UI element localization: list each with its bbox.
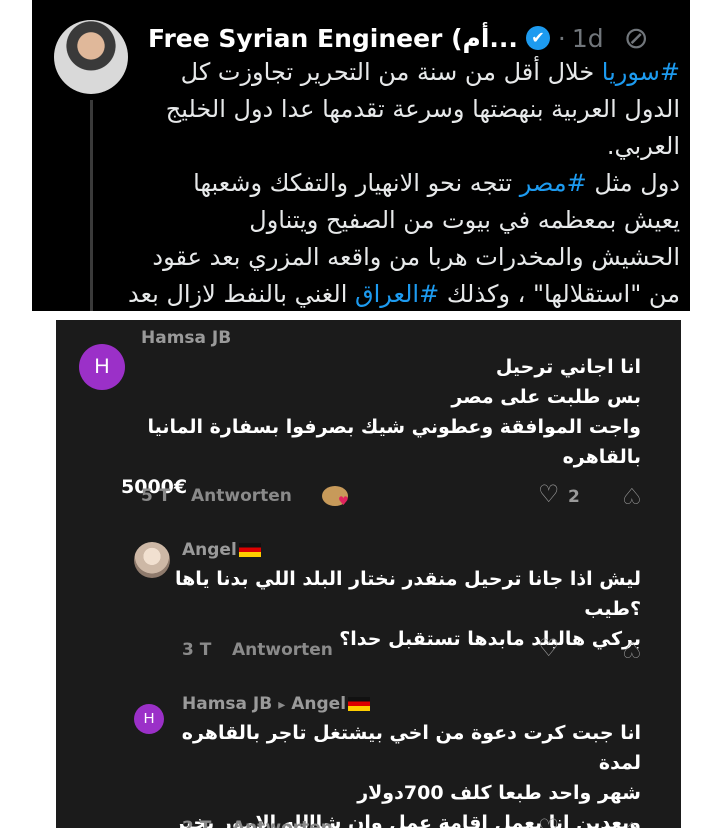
heart-emoji-icon: ♥ [338,494,349,508]
comment-line: بس طلبت على مصر [451,386,641,408]
germany-flag-icon [348,697,371,711]
thread-line [90,100,93,311]
tweet-line: دول مثل #مصر تتجه نحو الانهيار والتفكك و… [120,165,680,202]
dislike-icon[interactable]: ♡ [622,482,642,507]
tweet-text-segment: الحشيش والمخدرات هربا من واقعه المزري بع… [152,243,680,271]
comment-time: 3 T [182,640,212,660]
tweet-text-segment: دول مثل [586,169,680,197]
comment-text: انا جبت كرت دعوة من اخي بيشتغل تاجر بالق… [171,718,641,828]
hashtag-link[interactable]: #سوريا [602,58,680,86]
tweet-line: الحشيش والمخدرات هربا من واقعه المزري بع… [120,239,680,276]
commenter-name-text: Hamsa JB [182,694,273,714]
tweet-line: من "استقلالها" ، وكذلك #العراق الغني بال… [120,276,680,311]
author-display-name[interactable]: Free Syrian Engineer (أم... [148,24,518,53]
hashtag-link[interactable]: #العراق [355,280,439,308]
like-icon[interactable]: ♡ [538,814,560,828]
comment-time: 5 T [141,486,171,506]
reply-to-name: Angel [291,694,347,714]
tweet-time[interactable]: 1d [572,24,604,53]
tweet-text-segment: الغني بالنفط لازال بعد [127,280,355,308]
tweet-line: #سوريا خلال أقل من سنة من التحرير تجاوزت… [120,54,680,91]
reply-button[interactable]: Antworten [191,486,292,506]
author-avatar[interactable] [54,20,128,94]
commenter-name[interactable]: Hamsa JB [141,328,231,348]
commenter-name-text: Angel [182,540,237,560]
commenter-name[interactable]: Angel [182,540,261,560]
grok-icon[interactable]: ⊘ [624,21,649,56]
comment-text: انا اجاني ترحيل بس طلبت على مصر واجت الم… [121,352,641,502]
comment-line: انا اجاني ترحيل [495,356,641,378]
tweet-line: الدول العربية بنهضتها وسرعة تقدمها عدا د… [120,91,680,128]
dislike-icon[interactable]: ♡ [622,816,642,828]
tweet-text-segment: تتجه نحو الانهيار والتفكك وشعبها [193,169,520,197]
comments-panel: H Hamsa JB انا اجاني ترحيل بس طلبت على م… [56,320,681,828]
like-icon[interactable]: ♡ [538,634,560,662]
avatar[interactable]: H [134,704,164,734]
comment-time: 2 T [182,818,212,828]
tweet-text: #سوريا خلال أقل من سنة من التحرير تجاوزت… [120,54,680,311]
tweet-header: Free Syrian Engineer (أم... ✔ · 1d ⊘ [148,20,678,56]
comment-line: انا جبت كرت دعوة من اخي بيشتغل تاجر بالق… [181,722,641,774]
header-separator: · [557,23,566,53]
avatar[interactable] [134,542,170,578]
verified-badge-icon: ✔ [525,26,550,50]
tweet-line: يعيش بمعظمه في بيوت من الصفيح ويتناول [120,202,680,239]
hashtag-link[interactable]: #مصر [520,169,587,197]
comment-line: واجت الموافقة وعطوني شيك بصرفوا بسفارة ا… [147,416,641,468]
comment-line: شهر واحد طبعا كلف 700دولار [357,782,641,804]
comment-line: ليش اذا جانا ترحيل منقدر نختار البلد الل… [175,568,641,620]
commenter-name[interactable]: Hamsa JB ▸ Angel [182,694,371,714]
tweet-panel: Free Syrian Engineer (أم... ✔ · 1d ⊘ #سو… [32,0,690,311]
like-icon[interactable]: ♡ [538,480,560,508]
tweet-text-segment: من "استقلالها" ، وكذلك [439,280,680,308]
avatar[interactable]: H [79,344,125,390]
tweet-text-segment: الدول العربية بنهضتها وسرعة تقدمها عدا د… [165,95,680,123]
tweet-text-segment: العربي. [606,132,680,160]
reply-arrow-icon: ▸ [278,697,286,713]
like-count: 2 [568,487,580,507]
tweet-text-segment: خلال أقل من سنة من التحرير تجاوزت كل [180,58,602,86]
reply-button[interactable]: Antworten [232,818,333,828]
tweet-text-segment: يعيش بمعظمه في بيوت من الصفيح ويتناول [249,206,680,234]
dislike-icon[interactable]: ♡ [622,636,642,661]
reply-button[interactable]: Antworten [232,640,333,660]
tweet-line: العربي. [120,128,680,165]
germany-flag-icon [238,543,261,557]
